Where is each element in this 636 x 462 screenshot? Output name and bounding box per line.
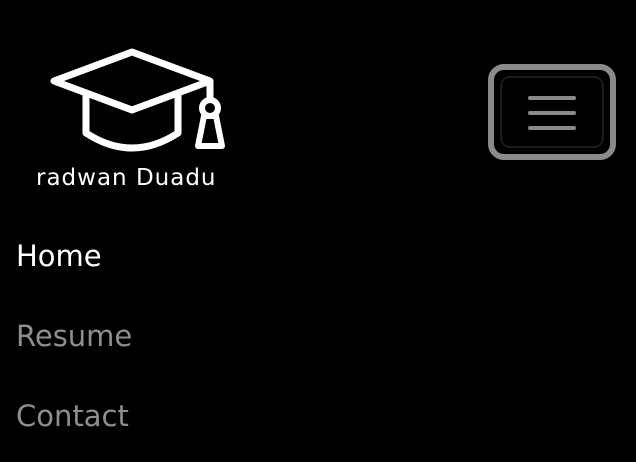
- brand-name: radwan Duadu: [36, 165, 217, 191]
- nav-item-home: Home: [16, 228, 132, 308]
- hamburger-menu-icon: [528, 96, 576, 130]
- nav-link-home[interactable]: Home: [16, 228, 132, 284]
- nav-item-resume: Resume: [16, 308, 132, 388]
- brand-link[interactable]: radwan Duadu: [34, 48, 244, 198]
- nav-link-contact[interactable]: Contact: [16, 388, 132, 444]
- nav-item-contact: Contact: [16, 388, 132, 462]
- navbar: radwan Duadu Home Resume Contact: [0, 0, 636, 462]
- graduation-cap-icon: [50, 48, 225, 152]
- nav-menu: Home Resume Contact: [16, 228, 132, 462]
- nav-link-resume[interactable]: Resume: [16, 308, 132, 364]
- menu-toggle-button[interactable]: [488, 64, 616, 160]
